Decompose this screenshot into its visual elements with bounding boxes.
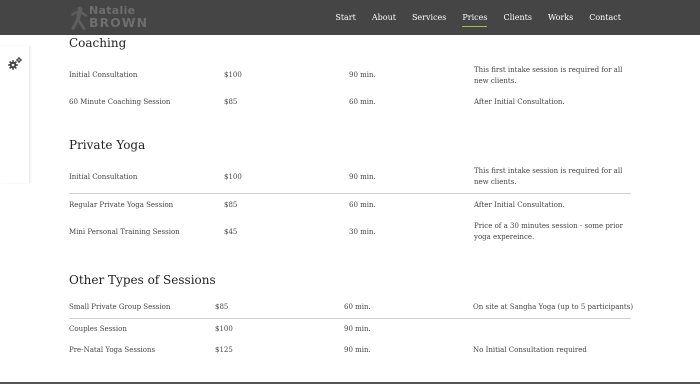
nav-item-services[interactable]: Services xyxy=(412,11,446,24)
session-note: On site at Sangha Yoga (up to 5 particip… xyxy=(473,303,634,311)
session-duration: 30 min. xyxy=(349,228,376,236)
section-title-other-sessions: Other Types of Sessions xyxy=(69,273,216,287)
table-row: Initial Consultation $100 90 min. This f… xyxy=(69,64,631,90)
session-duration: 90 min. xyxy=(344,325,371,333)
session-price: $85 xyxy=(224,98,238,106)
session-note: After Initial Consultation. xyxy=(474,98,565,106)
session-duration: 90 min. xyxy=(349,173,376,181)
gears-icon xyxy=(8,57,22,70)
session-price: $100 xyxy=(224,71,242,79)
brand-name: Natalie BROWN xyxy=(89,5,148,29)
session-price: $100 xyxy=(215,325,233,333)
table-row: Initial Consultation $100 90 min. This f… xyxy=(69,166,631,192)
table-row: Pre-Natal Yoga Sessions $125 90 min. No … xyxy=(69,340,631,366)
session-price: $85 xyxy=(215,303,229,311)
settings-side-tab[interactable] xyxy=(0,46,30,183)
brand-logo[interactable]: Natalie BROWN xyxy=(68,2,158,33)
session-duration: 60 min. xyxy=(349,98,376,106)
session-price: $85 xyxy=(224,201,238,209)
session-note: After Initial Consultation. xyxy=(474,201,565,209)
main-nav: Start About Services Prices Clients Work… xyxy=(319,0,621,35)
nav-item-works[interactable]: Works xyxy=(548,11,573,24)
session-price: $125 xyxy=(215,346,233,354)
session-note: This first intake session is required fo… xyxy=(474,66,623,85)
session-duration: 90 min. xyxy=(349,71,376,79)
nav-item-start[interactable]: Start xyxy=(335,11,356,24)
table-row: Mini Personal Training Session $45 30 mi… xyxy=(69,220,631,246)
session-price: $100 xyxy=(224,173,242,181)
section-title-coaching: Coaching xyxy=(69,36,127,50)
nav-item-clients[interactable]: Clients xyxy=(503,11,531,24)
nav-item-about[interactable]: About xyxy=(372,11,396,24)
session-duration: 60 min. xyxy=(349,201,376,209)
session-note: This first intake session is required fo… xyxy=(474,167,623,186)
session-name: 60 Minute Coaching Session xyxy=(69,98,171,106)
session-note: Price of a 30 minutes session - some pri… xyxy=(474,222,623,241)
brand-line-2: BROWN xyxy=(89,15,149,30)
session-note: No Initial Consultation required xyxy=(473,346,587,354)
section-title-private-yoga: Private Yoga xyxy=(69,138,146,152)
session-price: $45 xyxy=(224,228,238,236)
session-name: Initial Consultation xyxy=(69,71,138,79)
session-name: Initial Consultation xyxy=(69,173,138,181)
top-navbar: Natalie BROWN Start About Services Price… xyxy=(0,0,700,35)
nav-item-contact[interactable]: Contact xyxy=(589,11,621,24)
table-row: Regular Private Yoga Session $85 60 min.… xyxy=(69,193,631,219)
session-name: Small Private Group Session xyxy=(69,303,171,311)
session-name: Regular Private Yoga Session xyxy=(69,201,174,209)
session-duration: 60 min. xyxy=(344,303,371,311)
session-name: Mini Personal Training Session xyxy=(69,228,180,236)
table-row: 60 Minute Coaching Session $85 60 min. A… xyxy=(69,91,631,117)
session-name: Couples Session xyxy=(69,325,127,333)
nav-item-prices[interactable]: Prices xyxy=(462,11,488,27)
session-name: Pre-Natal Yoga Sessions xyxy=(69,346,156,354)
session-duration: 90 min. xyxy=(344,346,371,354)
